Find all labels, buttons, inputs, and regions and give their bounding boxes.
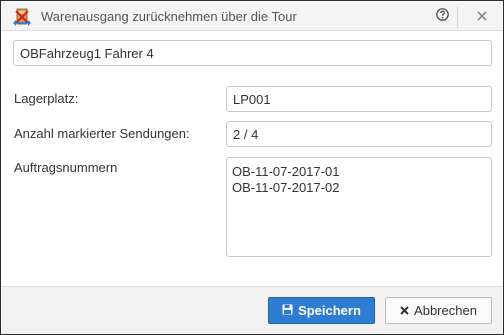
dialog-title: Warenausgang zurücknehmen über die Tour — [41, 9, 297, 24]
cancel-button-label: Abbrechen — [414, 303, 477, 318]
close-icon — [477, 8, 487, 26]
anzahl-sendungen-field[interactable]: 2 / 4 — [226, 121, 492, 147]
save-button[interactable]: Speichern — [268, 297, 375, 324]
cancel-button[interactable]: Abbrechen — [385, 297, 492, 324]
save-button-label: Speichern — [298, 303, 361, 318]
lagerplatz-field[interactable]: LP001 — [226, 86, 492, 112]
lagerplatz-label: Lagerplatz: — [14, 91, 79, 106]
auftragsnummern-label: Auftragsnummern — [14, 160, 118, 175]
anzahl-sendungen-label: Anzahl markierter Sendungen: — [14, 126, 190, 141]
titlebar-divider — [457, 6, 458, 28]
auftragsnummern-textarea[interactable]: OB-11-07-2017-01 OB-11-07-2017-02 — [226, 157, 492, 257]
x-icon — [400, 303, 414, 318]
auftragsnummer-line: OB-11-07-2017-02 — [232, 180, 340, 195]
dialog-window: Warenausgang zurücknehmen über die Tour … — [0, 0, 504, 335]
tour-name-field[interactable]: OBFahrzeug1 Fahrer 4 — [13, 40, 492, 66]
floppy-disk-icon — [282, 303, 298, 318]
help-circle-icon — [435, 8, 449, 26]
stock-return-icon — [12, 7, 32, 27]
help-button[interactable] — [432, 7, 452, 27]
close-button[interactable] — [472, 7, 492, 27]
auftragsnummer-line: OB-11-07-2017-01 — [232, 164, 340, 179]
dialog-titlebar[interactable]: Warenausgang zurücknehmen über die Tour — [2, 2, 502, 31]
